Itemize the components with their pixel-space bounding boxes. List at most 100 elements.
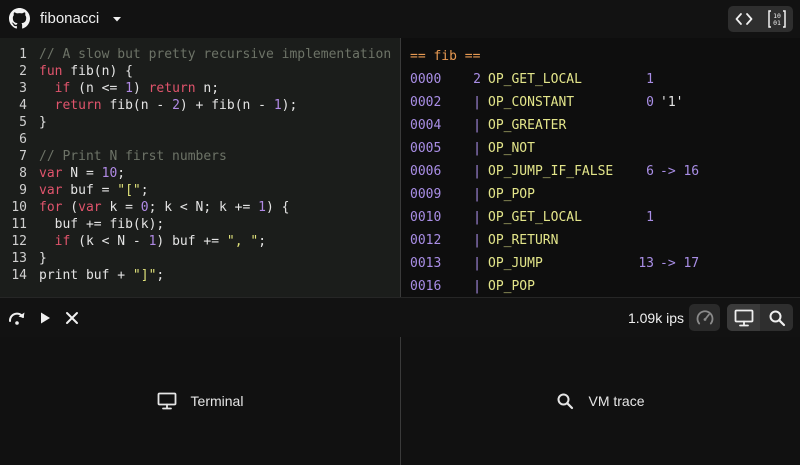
speed-button[interactable] bbox=[689, 304, 720, 331]
code-token: 1 bbox=[273, 98, 282, 113]
code-token: ( bbox=[62, 200, 79, 215]
stop-button[interactable] bbox=[61, 307, 83, 329]
code-line[interactable]: 9 var buf = "["; bbox=[0, 182, 400, 199]
code-token: ; bbox=[156, 268, 165, 283]
code-token: "]" bbox=[132, 268, 157, 283]
code-token: return bbox=[54, 98, 102, 113]
code-token: ) bbox=[132, 81, 149, 96]
code-token: if bbox=[54, 81, 71, 96]
code-token: k = bbox=[101, 200, 141, 215]
bytecode-line: | bbox=[473, 141, 481, 156]
terminal-pane[interactable]: Terminal bbox=[0, 337, 400, 465]
code-line[interactable]: 2 fun fib(n) { bbox=[0, 63, 400, 80]
code-line[interactable]: 1 // A slow but pretty recursive implemen… bbox=[0, 46, 400, 63]
github-icon[interactable] bbox=[9, 8, 30, 29]
code-line[interactable]: 13} bbox=[0, 250, 400, 267]
code-text: buf += fib(k); bbox=[39, 216, 165, 233]
bytecode-opcode: OP_JUMP_IF_FALSE bbox=[488, 164, 614, 179]
terminal-label: Terminal bbox=[190, 393, 244, 409]
bytecode-offset: 0012 bbox=[410, 233, 442, 248]
binary-view-button[interactable]: 10 01 bbox=[761, 6, 793, 32]
bytecode-opcode: OP_POP bbox=[488, 279, 535, 294]
code-token: 0 bbox=[140, 200, 149, 215]
bytecode-row: 0013 | OP_JUMP 13 -> 17 bbox=[401, 255, 800, 273]
code-token: fib(n) { bbox=[62, 64, 133, 79]
code-token: ) + fib(n - bbox=[179, 98, 274, 113]
code-text: fun fib(n) { bbox=[39, 63, 133, 80]
bytecode-line: | bbox=[473, 233, 481, 248]
vm-trace-pane[interactable]: VM trace bbox=[401, 337, 800, 465]
code-token: var bbox=[39, 166, 63, 181]
code-token: ", " bbox=[226, 234, 259, 249]
app-header: fibonacci 10 01 bbox=[0, 0, 800, 38]
bytecode-line: | bbox=[473, 256, 481, 271]
code-icon bbox=[735, 13, 753, 25]
code-editor[interactable]: 1 // A slow but pretty recursive implemen… bbox=[0, 38, 400, 297]
code-text: return fib(n - 2) + fib(n - 1); bbox=[39, 97, 298, 114]
code-token: 1 bbox=[125, 81, 133, 96]
step-button[interactable] bbox=[6, 307, 28, 329]
code-token: 10 bbox=[101, 166, 118, 181]
bytecode-row: 0010 | OP_GET_LOCAL 1 bbox=[401, 209, 800, 227]
bytecode-offset: 0013 bbox=[410, 256, 442, 271]
bytecode-opcode: OP_GET_LOCAL bbox=[488, 210, 582, 225]
code-text: for (var k = 0; k < N; k += 1) { bbox=[39, 199, 289, 216]
chevron-down-icon[interactable] bbox=[110, 12, 124, 26]
line-number: 14 bbox=[11, 268, 27, 283]
code-line[interactable]: 6 bbox=[0, 131, 400, 148]
code-line[interactable]: 14 print buf + "]"; bbox=[0, 267, 400, 284]
code-line[interactable]: 8 var N = 10; bbox=[0, 165, 400, 182]
bytecode-offset: 0002 bbox=[410, 95, 442, 110]
code-text: if (n <= 1) return n; bbox=[39, 80, 219, 97]
bytecode-operand: 13 bbox=[638, 256, 654, 271]
bytecode-extra: '1' bbox=[660, 95, 684, 110]
code-line[interactable]: 3 if (n <= 1) return n; bbox=[0, 80, 400, 97]
line-number: 3 bbox=[19, 81, 27, 96]
code-line[interactable]: 11 buf += fib(k); bbox=[0, 216, 400, 233]
code-token: ; bbox=[117, 166, 126, 181]
code-text: // Print N first numbers bbox=[39, 148, 227, 165]
code-line[interactable]: 5} bbox=[0, 114, 400, 131]
bytecode-opcode: OP_GET_LOCAL bbox=[488, 72, 582, 87]
bytecode-opcode: OP_NOT bbox=[488, 141, 535, 156]
line-number: 4 bbox=[19, 98, 27, 113]
trace-panel-button[interactable] bbox=[760, 304, 793, 331]
bytecode-offset: 0006 bbox=[410, 164, 442, 179]
ips-readout: 1.09k ips bbox=[627, 310, 684, 326]
search-icon bbox=[769, 310, 785, 326]
code-token: if bbox=[54, 234, 71, 249]
code-token: print buf + bbox=[39, 268, 133, 283]
code-view-button[interactable] bbox=[728, 6, 760, 32]
run-button[interactable] bbox=[34, 307, 56, 329]
bytecode-line: | bbox=[473, 164, 481, 179]
code-line[interactable]: 12 if (k < N - 1) buf += ", "; bbox=[0, 233, 400, 250]
line-number: 12 bbox=[11, 234, 27, 249]
bytecode-opcode: OP_GREATER bbox=[488, 118, 567, 133]
bytecode-extra: -> 17 bbox=[660, 256, 700, 271]
panel-toggle bbox=[727, 304, 793, 331]
code-text: } bbox=[39, 114, 47, 131]
code-text: var buf = "["; bbox=[39, 182, 149, 199]
bytecode-opcode: OP_POP bbox=[488, 187, 535, 202]
code-token: n; bbox=[195, 81, 220, 96]
bytecode-operand: 1 bbox=[646, 72, 654, 87]
code-token: ; k < N; k += bbox=[148, 200, 259, 215]
code-line[interactable]: 7 // Print N first numbers bbox=[0, 148, 400, 165]
code-text: if (k < N - 1) buf += ", "; bbox=[39, 233, 266, 250]
project-title[interactable]: fibonacci bbox=[40, 10, 99, 27]
terminal-panel-button[interactable] bbox=[727, 304, 760, 331]
code-line[interactable]: 4 return fib(n - 2) + fib(n - 1); bbox=[0, 97, 400, 114]
code-token: buf = bbox=[62, 183, 118, 198]
code-text: var N = 10; bbox=[39, 165, 125, 182]
bytecode-offset: 0004 bbox=[410, 118, 442, 133]
code-token: (n <= bbox=[70, 81, 126, 96]
code-token: ) buf += bbox=[156, 234, 227, 249]
bytecode-header: == fib == bbox=[410, 49, 481, 64]
bytecode-row: 0004 | OP_GREATER bbox=[401, 117, 800, 135]
monitor-icon bbox=[734, 309, 753, 326]
code-line[interactable]: 10 for (var k = 0; k < N; k += 1) { bbox=[0, 199, 400, 216]
bytecode-opcode: OP_JUMP bbox=[488, 256, 543, 271]
code-token: buf += fib(k); bbox=[39, 217, 165, 232]
